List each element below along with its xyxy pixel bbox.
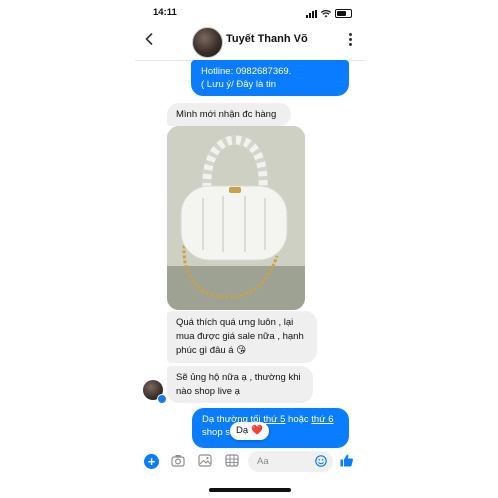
message-outgoing-hotline[interactable]: Hotline: 0982687369. ( Lưu ý/ Đây là tin	[191, 60, 349, 96]
message-outgoing-schedule[interactable]: Dạ thường tối thứ 5 hoặc thứ 6 shop s	[192, 408, 349, 448]
message-line: Dạ thường tối thứ 5 hoặc thứ 6	[202, 414, 334, 425]
message-line: Sẽ ủng hộ nữa ạ , thường khi	[176, 372, 301, 383]
message-text: Mình mới nhận đc hàng	[176, 109, 277, 120]
contact-avatar[interactable]	[192, 27, 223, 58]
photo-gallery-icon[interactable]	[198, 454, 212, 467]
photo-attachment-handbag[interactable]	[167, 126, 305, 310]
messenger-badge-icon	[157, 394, 167, 404]
contact-name[interactable]: Tuyết Thanh Võ	[226, 33, 308, 45]
message-incoming-question[interactable]: Sẽ ủng hộ nữa ạ , thường khi nào shop li…	[167, 366, 313, 403]
plus-icon: +	[147, 454, 156, 469]
handbag-image	[167, 126, 305, 310]
message-line: Hotline: 0982687369.	[201, 66, 292, 77]
message-line: mua được giá sale nữa , hạnh	[176, 331, 304, 342]
message-incoming-received[interactable]: Mình mới nhận đc hàng	[167, 103, 291, 126]
message-incoming-review[interactable]: Quá thích quá ưng luôn , lại mua được gi…	[167, 311, 317, 363]
more-options-button[interactable]	[349, 33, 352, 48]
message-line: nào shop live ạ	[176, 386, 240, 397]
signal-icon	[306, 9, 317, 18]
apps-grid-icon[interactable]	[225, 454, 239, 467]
chevron-left-icon	[145, 33, 153, 45]
reaction-bubble[interactable]: Dạ ❤️	[230, 422, 269, 440]
home-indicator[interactable]	[209, 488, 291, 492]
status-icons	[306, 9, 352, 18]
message-line: phúc gì đâu á 😘	[176, 345, 247, 356]
conversation-header: Tuyết Thanh Võ	[135, 24, 364, 61]
heart-icon: ❤️	[251, 425, 263, 436]
message-line: ( Lưu ý/ Đây là tin	[201, 79, 276, 90]
message-input[interactable]: Aa	[248, 451, 333, 472]
composer-bar: + Aa	[135, 448, 364, 476]
link-thu-6[interactable]: thứ 6	[311, 414, 333, 425]
camera-icon[interactable]	[171, 454, 185, 467]
message-line: Quá thích quá ưng luôn , lại	[176, 317, 294, 328]
link-thu-5[interactable]: thứ 5	[263, 414, 285, 425]
plus-button[interactable]: +	[144, 454, 159, 469]
battery-icon	[335, 9, 352, 18]
more-vertical-icon	[349, 33, 352, 36]
thumbs-up-icon[interactable]	[339, 453, 354, 468]
reaction-text: Dạ	[236, 425, 249, 436]
input-placeholder: Aa	[257, 456, 269, 467]
messenger-screen: 14:11 Tuyết Thanh Võ Hotline: 0982687369…	[135, 0, 364, 498]
back-button[interactable]	[145, 32, 153, 50]
wifi-icon	[321, 9, 331, 17]
message-line: shop s	[202, 427, 230, 438]
status-bar: 14:11	[135, 6, 364, 22]
status-time: 14:11	[153, 7, 177, 18]
emoji-icon[interactable]	[315, 455, 327, 467]
